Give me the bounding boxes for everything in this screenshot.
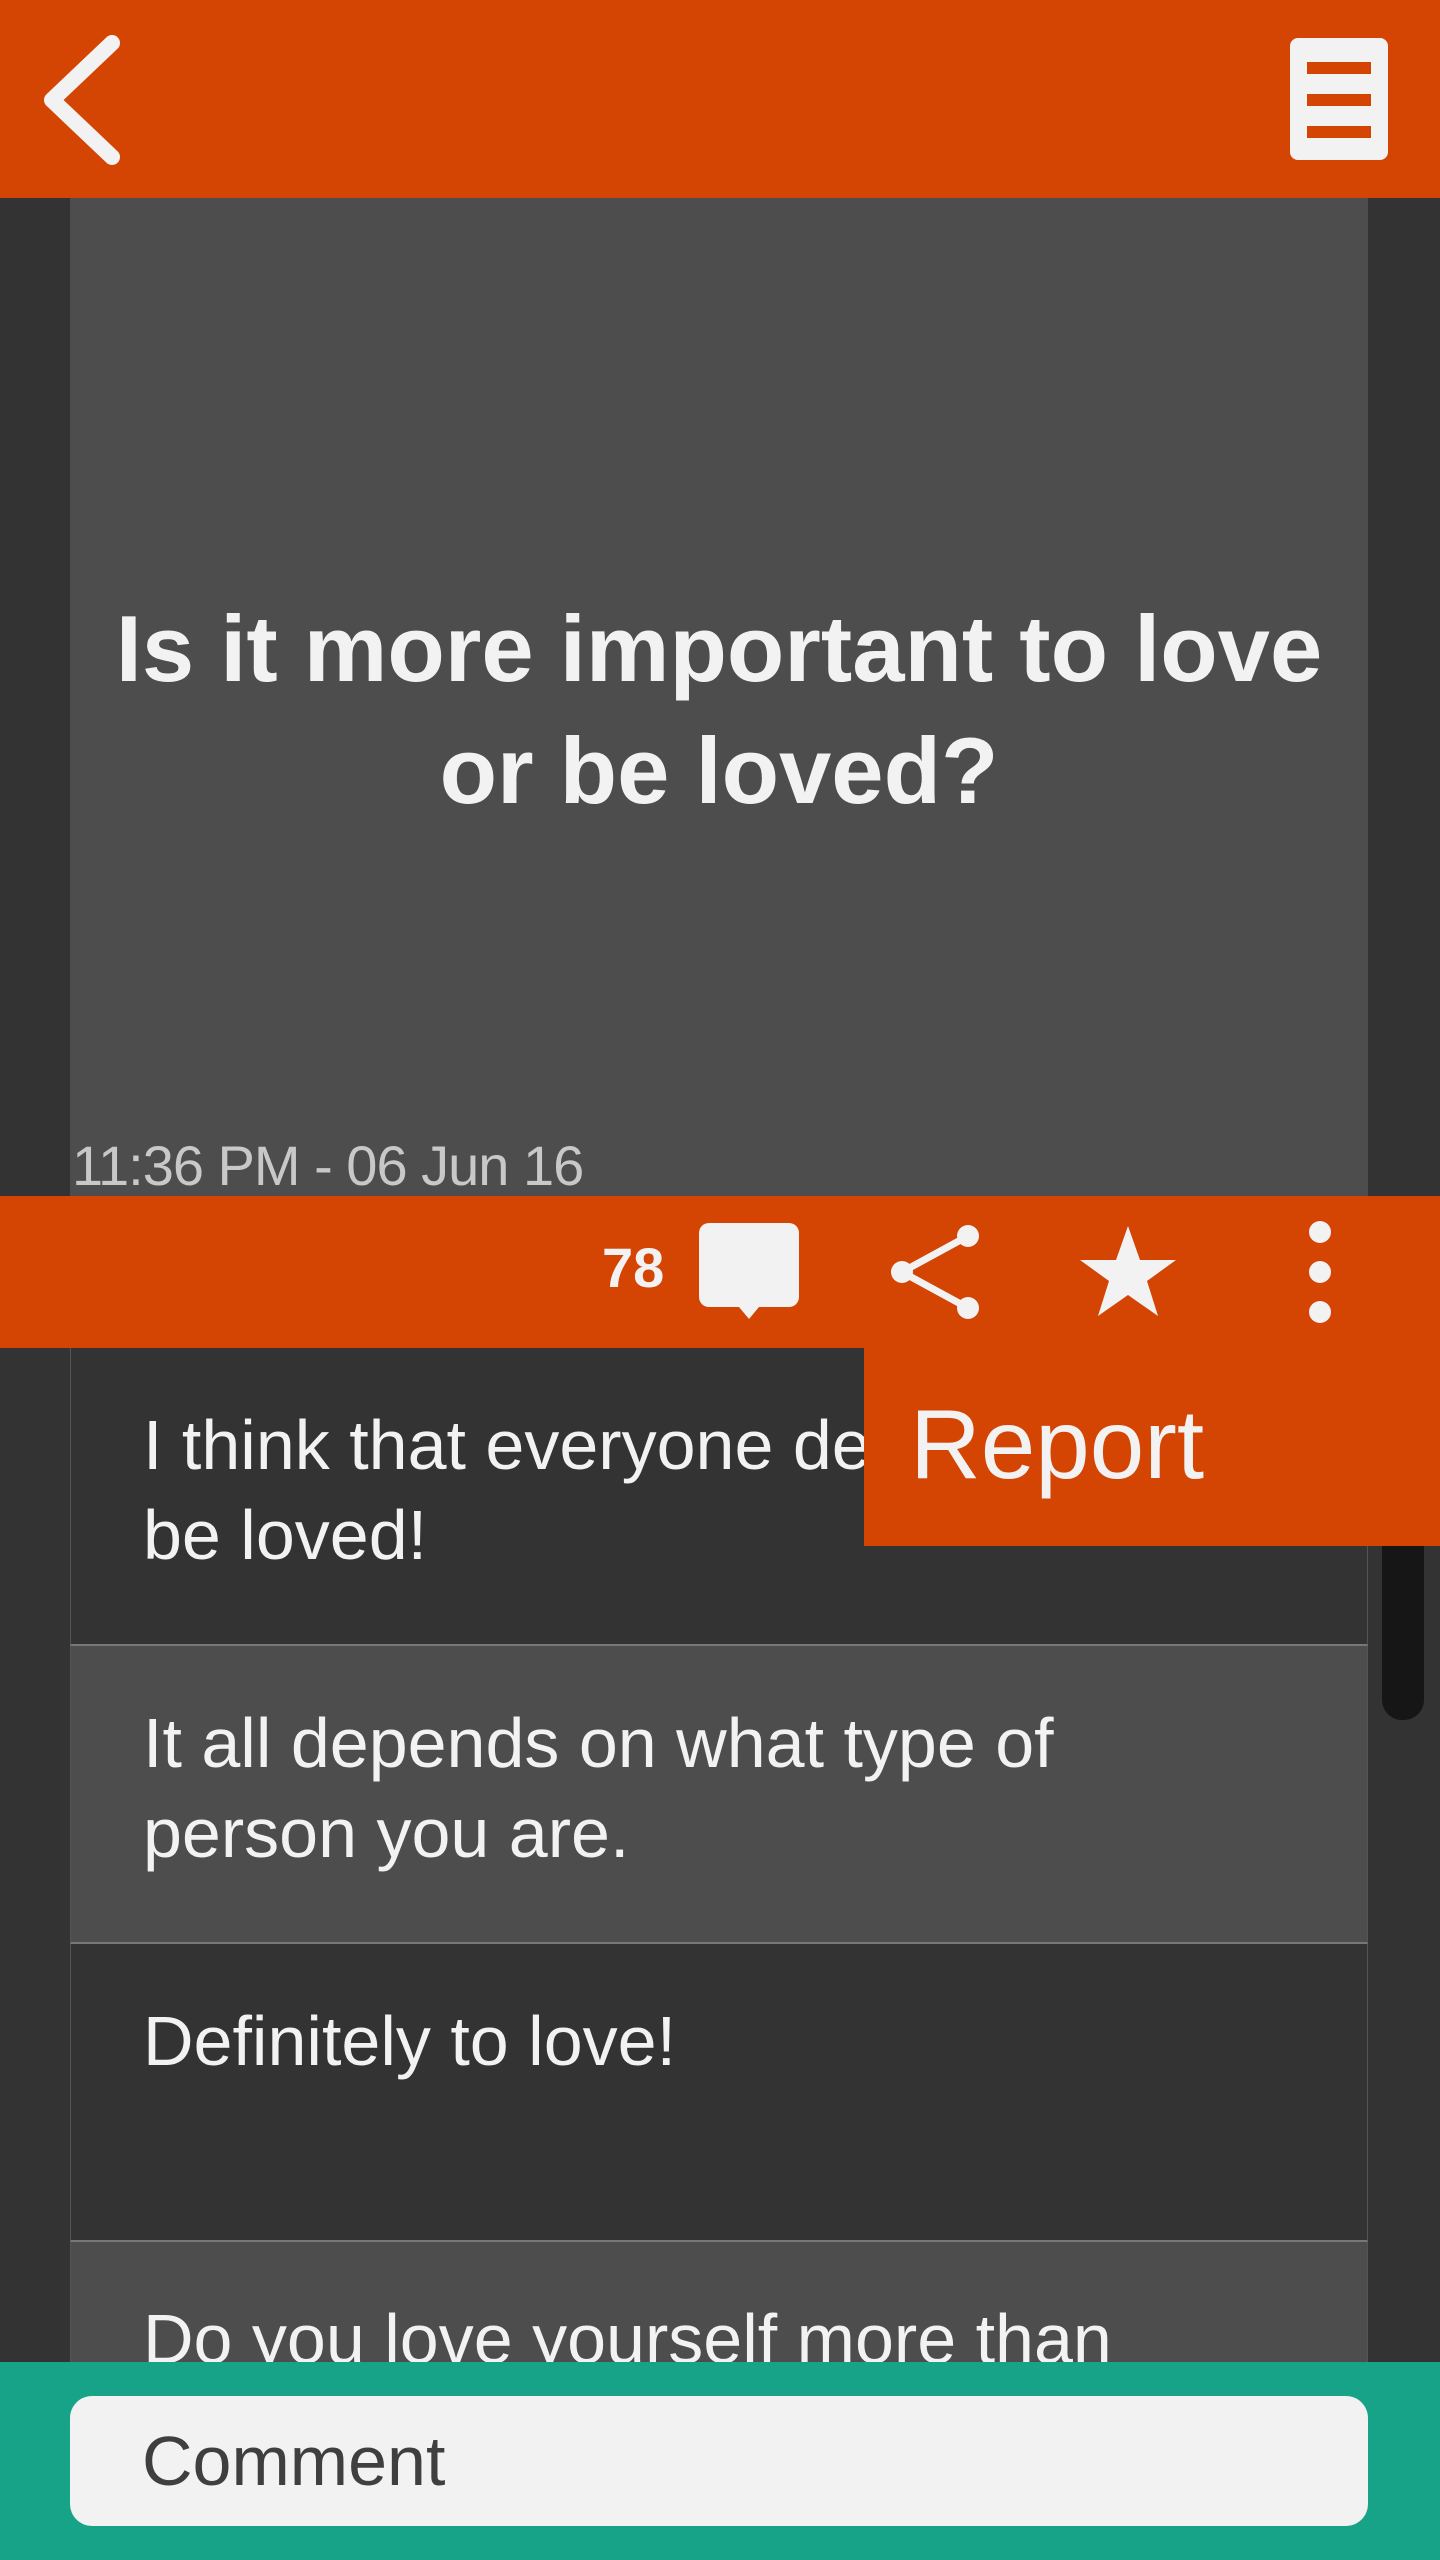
menu-button[interactable] xyxy=(1290,38,1388,160)
more-options-button[interactable] xyxy=(1264,1216,1376,1328)
comment-text: Definitely to love! xyxy=(143,2002,677,2080)
chevron-left-icon xyxy=(44,35,120,165)
comment-count: 78 xyxy=(602,1236,665,1299)
more-vertical-icon xyxy=(1309,1221,1331,1323)
report-menu-item[interactable]: Report xyxy=(864,1348,1440,1546)
comment-input[interactable] xyxy=(70,2396,1368,2526)
comment-icon xyxy=(699,1223,799,1319)
question-card: Is it more important to love or be loved… xyxy=(70,198,1368,1196)
back-button[interactable] xyxy=(30,30,140,170)
favorite-button[interactable] xyxy=(1072,1216,1184,1328)
comment-item[interactable]: Definitely to love! xyxy=(70,1944,1368,2242)
top-app-bar xyxy=(0,0,1440,198)
comment-text: It all depends on what type of person yo… xyxy=(143,1704,1054,1872)
question-title: Is it more important to love or be loved… xyxy=(115,596,1323,823)
question-timestamp: 11:36 PM - 06 Jun 16 xyxy=(72,1134,584,1197)
scrollbar-thumb[interactable] xyxy=(1382,1520,1424,1720)
share-button[interactable] xyxy=(880,1216,992,1328)
star-icon xyxy=(1080,1226,1176,1316)
comment-button[interactable] xyxy=(694,1216,804,1326)
share-icon xyxy=(891,1225,979,1319)
comment-item[interactable]: It all depends on what type of person yo… xyxy=(70,1646,1368,1944)
report-label: Report xyxy=(910,1389,1205,1499)
